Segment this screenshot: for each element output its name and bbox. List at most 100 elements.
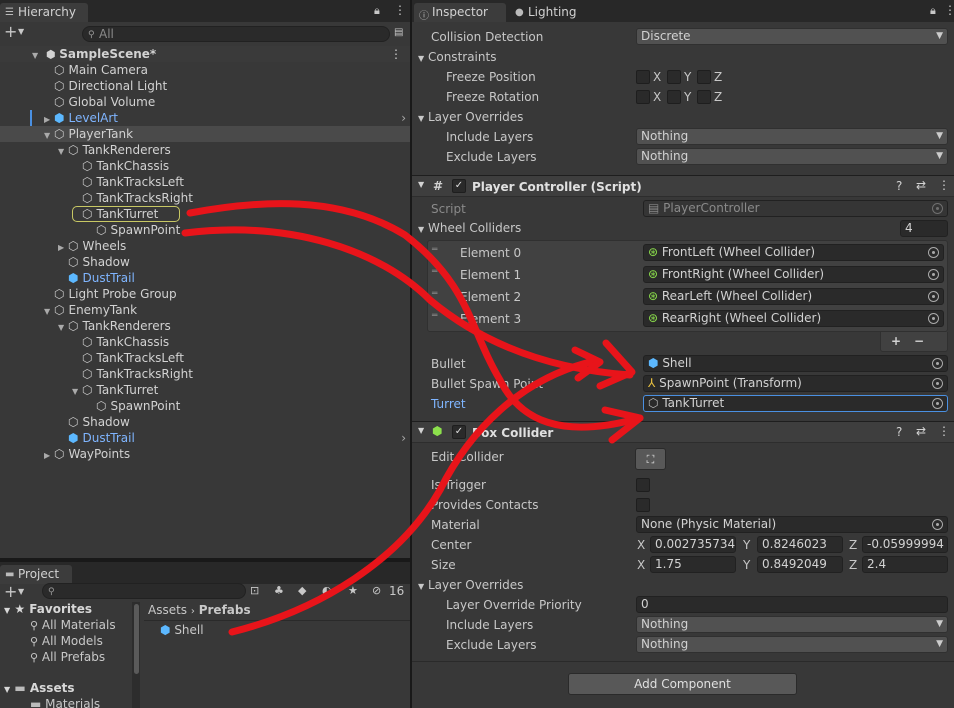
freeze-rotation-y-checkbox[interactable] [667,90,681,104]
hierarchy-item[interactable]: ⬢ DustTrail › [0,270,410,286]
enabled-checkbox[interactable]: ✓ [452,425,466,439]
add-icon[interactable]: + [4,582,17,601]
remove-element-button[interactable]: − [914,334,924,348]
project-search-input[interactable]: ⚲ [42,583,246,599]
layer-overrides-foldout[interactable]: ▼ Layer Overrides [418,578,523,592]
size-y-field[interactable]: 0.8492049 [757,556,843,573]
breadcrumb-item[interactable]: Assets [148,603,187,617]
exclude-layers-dropdown[interactable]: Nothing ▼ [636,636,948,653]
element-field[interactable]: ⊛ FrontLeft (Wheel Collider) [643,244,944,261]
edit-collider-button[interactable]: ⛶ [635,448,666,470]
expand-arrow-icon[interactable]: ▼ [4,606,10,615]
object-picker-icon[interactable] [928,313,939,324]
search-by-type-icon[interactable]: ⊡ [250,584,259,597]
scene-row[interactable]: ▼ ⬢ SampleScene* ⋮ [0,46,410,62]
more-options-icon[interactable]: ⋮ [390,46,402,62]
include-layers-dropdown[interactable]: Nothing ▼ [636,616,948,633]
chevron-right-icon[interactable]: › [401,270,406,286]
scrollbar[interactable] [134,604,139,674]
more-options-icon[interactable]: ⋮ [394,3,406,17]
hierarchy-item[interactable]: ⬡ SpawnPoint [0,222,410,238]
hierarchy-item[interactable]: ⬡ TankTracksRight [0,366,410,382]
drag-handle-icon[interactable]: ═ [432,311,437,321]
hierarchy-item[interactable]: ⬡ Main Camera [0,62,410,78]
enabled-checkbox[interactable]: ✓ [452,179,466,193]
turret-field[interactable]: ⬡ TankTurret [643,395,948,412]
materials-folder[interactable]: ▬ Materials [30,697,100,708]
object-picker-icon[interactable] [928,247,939,258]
tab-hierarchy[interactable]: ☰ Hierarchy [0,3,88,22]
element-field[interactable]: ⊛ FrontRight (Wheel Collider) [643,266,944,283]
hierarchy-item[interactable]: ▼ ⬡ EnemyTank [0,302,410,318]
tag-icon[interactable]: ◆ [298,584,306,597]
favorite-item[interactable]: ⚲ All Materials [30,618,116,632]
hierarchy-item[interactable]: ⬡ TankTurret [0,206,410,222]
hierarchy-item[interactable]: ⬡ SpawnPoint [0,398,410,414]
bullet-spawn-point-field[interactable]: ⅄ SpawnPoint (Transform) [643,375,948,392]
object-picker-icon[interactable] [928,291,939,302]
assets-folder[interactable]: ▼ ▬ Assets [4,681,74,695]
provides-contacts-checkbox[interactable] [636,498,650,512]
wheel-colliders-foldout[interactable]: ▼ Wheel Colliders [418,221,521,235]
hierarchy-item[interactable]: ⬡ Global Volume [0,94,410,110]
tab-lighting[interactable]: ● Lighting [510,3,590,22]
favorites-header[interactable]: ▼ ★ Favorites [4,602,92,616]
more-options-icon[interactable]: ⋮ [944,3,954,17]
hierarchy-item[interactable]: ⬡ Light Probe Group [0,286,410,302]
hierarchy-search-input[interactable]: ⚲ All [82,26,390,42]
presets-icon[interactable]: ⇄ [916,178,926,192]
hierarchy-item[interactable]: ⬡ Shadow [0,414,410,430]
wheel-colliders-size-field[interactable]: 4 [900,220,948,237]
center-z-field[interactable]: -0.05999994 [862,536,948,553]
chevron-down-icon[interactable]: ▼ [18,587,24,596]
layer-overrides-foldout[interactable]: ▼ Layer Overrides [418,110,523,124]
expand-arrow-icon[interactable]: ▼ [418,180,424,189]
collapse-arrow-icon[interactable]: ▶ [44,448,54,464]
bullet-field[interactable]: ⬢ Shell [643,355,948,372]
hierarchy-item[interactable]: ▶ ⬢ LevelArt › [0,110,410,126]
lock-icon[interactable]: 🔒︎ [930,4,936,18]
hierarchy-item[interactable]: ▶ ⬡ WayPoints [0,446,410,462]
hierarchy-item[interactable]: ▶ ⬡ Wheels [0,238,410,254]
hidden-packages-icon[interactable]: ⊘ [372,584,381,597]
hierarchy-item[interactable]: ⬡ TankChassis [0,334,410,350]
object-picker-icon[interactable] [932,358,943,369]
tab-inspector[interactable]: ⓘ Inspector [414,3,506,22]
add-element-button[interactable]: + [891,334,901,348]
object-picker-icon[interactable] [932,519,943,530]
size-z-field[interactable]: 2.4 [862,556,948,573]
chevron-down-icon[interactable]: ▼ [18,27,24,36]
drag-handle-icon[interactable]: ═ [432,267,437,277]
favorite-item[interactable]: ⚲ All Prefabs [30,650,105,664]
element-field[interactable]: ⊛ RearLeft (Wheel Collider) [643,288,944,305]
filter-icon[interactable]: ◐ [322,584,332,597]
center-x-field[interactable]: 0.002735734 [650,536,736,553]
freeze-position-x-checkbox[interactable] [636,70,650,84]
more-options-icon[interactable]: ⋮ [938,178,950,192]
chevron-right-icon[interactable]: › [401,110,406,126]
star-icon[interactable]: ★ [348,584,358,597]
exclude-layers-dropdown[interactable]: Nothing ▼ [636,148,948,165]
filter-icon[interactable]: ▤ [394,27,403,38]
drag-handle-icon[interactable]: ═ [432,289,437,299]
add-icon[interactable]: + [4,24,17,40]
drag-handle-icon[interactable]: ═ [432,245,437,255]
help-icon[interactable]: ? [896,425,902,439]
layer-override-priority-field[interactable]: 0 [636,596,948,613]
presets-icon[interactable]: ⇄ [916,424,926,438]
more-options-icon[interactable]: ⋮ [938,424,950,438]
hierarchy-item[interactable]: ⬡ TankTracksRight [0,190,410,206]
hierarchy-item[interactable]: ⬡ Directional Light [0,78,410,94]
size-x-field[interactable]: 1.75 [650,556,736,573]
freeze-rotation-x-checkbox[interactable] [636,90,650,104]
hierarchy-item[interactable]: ⬡ TankTracksLeft [0,174,410,190]
center-y-field[interactable]: 0.8246023 [757,536,843,553]
expand-arrow-icon[interactable]: ▼ [418,426,424,435]
object-picker-icon[interactable] [928,269,939,280]
freeze-rotation-z-checkbox[interactable] [697,90,711,104]
add-component-button[interactable]: Add Component [568,673,797,695]
favorite-item[interactable]: ⚲ All Models [30,634,103,648]
search-by-label-icon[interactable]: ♣ [274,584,284,597]
element-field[interactable]: ⊛ RearRight (Wheel Collider) [643,310,944,327]
hierarchy-item[interactable]: ⬡ Shadow [0,254,410,270]
